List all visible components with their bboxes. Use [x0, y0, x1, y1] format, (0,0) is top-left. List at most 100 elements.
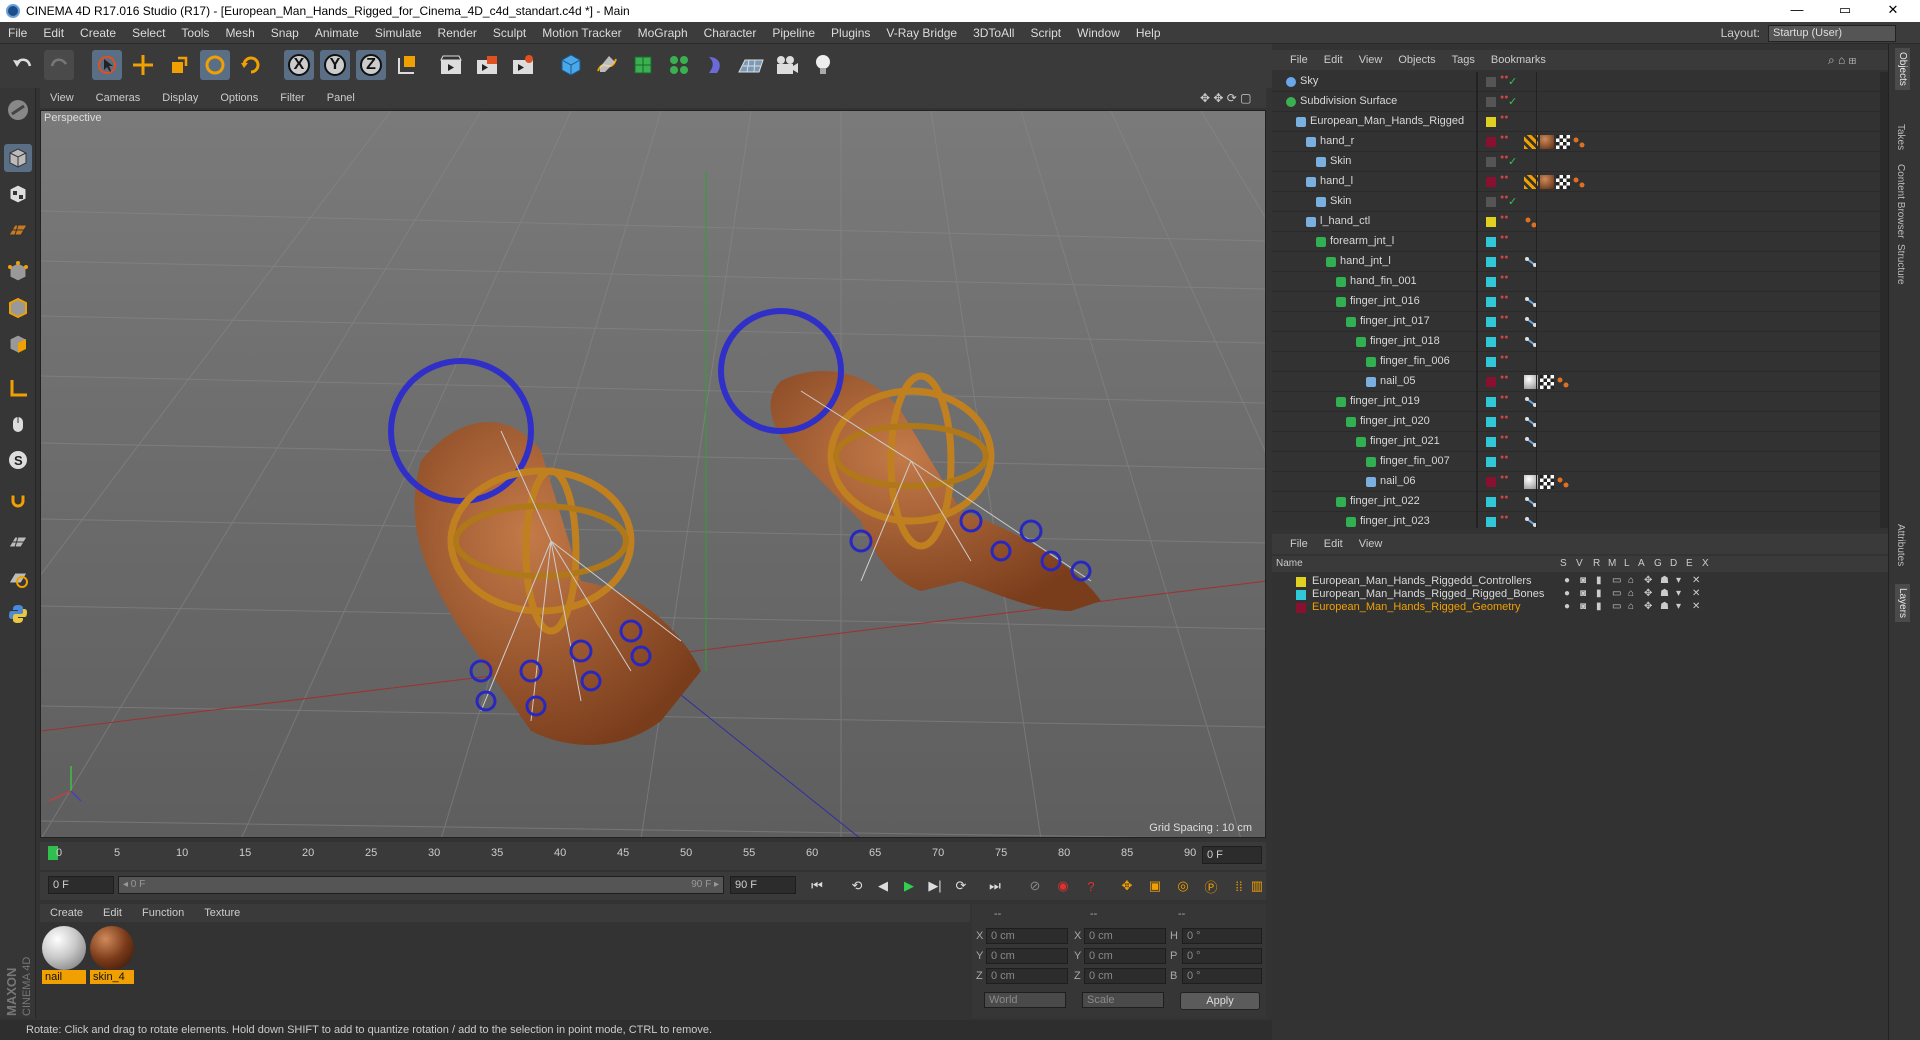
object-name[interactable]: finger_fin_006 — [1380, 355, 1450, 367]
layer-color-swatch[interactable] — [1486, 97, 1496, 107]
tweak-mode-icon[interactable] — [4, 410, 32, 438]
object-row[interactable]: finger_fin_007 ●● — [1272, 452, 1882, 472]
layer-toggle-icon[interactable]: ✥ — [1644, 575, 1652, 586]
menu-file[interactable]: File — [0, 26, 35, 40]
keyframe-selection-icon[interactable]: ? — [1080, 876, 1102, 896]
position-y-field[interactable]: 0 cm — [986, 948, 1068, 964]
object-name[interactable]: hand_r — [1320, 135, 1354, 147]
visibility-dots-icon[interactable]: ●● — [1500, 354, 1508, 361]
model-mode-icon[interactable] — [4, 144, 32, 172]
side-tab-takes[interactable]: Takes — [1895, 124, 1906, 150]
layer-color-swatch[interactable] — [1486, 377, 1496, 387]
coordinate-system-icon[interactable] — [392, 50, 422, 80]
layer-toggle-icon[interactable]: ▾ — [1676, 588, 1681, 599]
render-picture-viewer-icon[interactable] — [472, 50, 502, 80]
object-row[interactable]: hand_fin_001 ●● — [1272, 272, 1882, 292]
viewport-menu-options[interactable]: Options — [210, 92, 270, 104]
layer-toggle-icon[interactable]: ✕ — [1692, 588, 1700, 599]
object-name[interactable]: Sky — [1300, 75, 1318, 87]
visibility-dots-icon[interactable]: ●● — [1500, 514, 1508, 521]
rotation-p-field[interactable]: 0 ° — [1182, 948, 1262, 964]
layer-toggle-icon[interactable]: ⌂ — [1628, 588, 1634, 599]
object-row[interactable]: hand_r ●● — [1272, 132, 1882, 152]
current-frame-field[interactable]: 0 F — [1202, 846, 1262, 864]
object-row[interactable]: finger_jnt_020 ●● — [1272, 412, 1882, 432]
previous-frame-icon[interactable]: ◀ — [872, 876, 894, 896]
side-tab-objects[interactable]: Objects — [1895, 48, 1910, 90]
layer-color-swatch[interactable] — [1486, 357, 1496, 367]
layer-color-swatch[interactable] — [1486, 517, 1496, 527]
visibility-dots-icon[interactable]: ●● — [1500, 454, 1508, 461]
x-axis-lock-button[interactable]: X — [284, 50, 314, 80]
material-menu-edit[interactable]: Edit — [93, 907, 132, 919]
ik-tag-icon[interactable] — [1572, 135, 1586, 149]
select-arrow-icon[interactable] — [92, 50, 122, 80]
timeline-ruler[interactable]: 0 5 10 15 20 25 30 35 40 45 50 55 60 65 … — [40, 842, 1266, 870]
menu-snap[interactable]: Snap — [263, 26, 307, 40]
preview-range-slider[interactable]: ◂ 0 F 90 F ▸ — [118, 876, 724, 894]
size-y-field[interactable]: 0 cm — [1084, 948, 1166, 964]
layer-name[interactable]: European_Man_Hands_Rigged_Rigged_Bones — [1312, 588, 1544, 600]
3d-viewport[interactable] — [40, 110, 1266, 838]
layer-color-swatch[interactable] — [1486, 237, 1496, 247]
visibility-dots-icon[interactable]: ●● — [1500, 154, 1508, 161]
layer-name[interactable]: European_Man_Hands_Riggedd_Controllers — [1312, 575, 1532, 587]
layer-color-swatch[interactable] — [1296, 577, 1306, 587]
visibility-dots-icon[interactable]: ●● — [1500, 274, 1508, 281]
uvw-tag-icon[interactable] — [1540, 375, 1554, 389]
redo-icon[interactable] — [44, 50, 74, 80]
y-axis-lock-button[interactable]: Y — [320, 50, 350, 80]
layer-toggle-icon[interactable]: ✥ — [1644, 601, 1652, 612]
deformer-icon[interactable] — [700, 50, 730, 80]
texture-mode-icon[interactable] — [4, 180, 32, 208]
material-tag-icon[interactable] — [1540, 135, 1554, 149]
objects-menu-view[interactable]: View — [1351, 54, 1391, 66]
visibility-dots-icon[interactable]: ●● — [1500, 94, 1508, 101]
layer-toggle-icon[interactable]: ▾ — [1676, 575, 1681, 586]
viewport-nav-icons[interactable]: ✥ ✥ ⟳ ▢ — [1200, 91, 1252, 105]
render-view-icon[interactable] — [436, 50, 466, 80]
objects-menu-file[interactable]: File — [1282, 54, 1316, 66]
object-row[interactable]: finger_jnt_022 ●● — [1272, 492, 1882, 512]
layer-toggle-icon[interactable]: ● — [1564, 588, 1570, 599]
object-row[interactable]: finger_fin_006 ●● — [1272, 352, 1882, 372]
objects-menu-bookmarks[interactable]: Bookmarks — [1483, 54, 1554, 66]
visibility-dots-icon[interactable]: ●● — [1500, 234, 1508, 241]
visibility-dots-icon[interactable]: ●● — [1500, 374, 1508, 381]
object-name[interactable]: finger_jnt_016 — [1350, 295, 1420, 307]
points-mode-icon[interactable] — [4, 258, 32, 286]
record-keys-icon[interactable]: ⊘ — [1024, 876, 1046, 896]
ik-tag-icon[interactable] — [1556, 475, 1570, 489]
menu-select[interactable]: Select — [124, 26, 173, 40]
layer-toggle-icon[interactable]: ◙ — [1580, 588, 1586, 599]
coordinate-mode-dropdown[interactable]: World — [984, 992, 1066, 1008]
menu-motion-tracker[interactable]: Motion Tracker — [534, 26, 629, 40]
undo-icon[interactable] — [8, 50, 38, 80]
layer-color-swatch[interactable] — [1486, 217, 1496, 227]
material-menu-function[interactable]: Function — [132, 907, 194, 919]
edit-render-settings-icon[interactable] — [508, 50, 538, 80]
visibility-dots-icon[interactable]: ●● — [1500, 194, 1508, 201]
object-name[interactable]: finger_jnt_022 — [1350, 495, 1420, 507]
object-name[interactable]: finger_jnt_018 — [1370, 335, 1440, 347]
viewport-menu-display[interactable]: Display — [152, 92, 210, 104]
object-name[interactable]: finger_jnt_019 — [1350, 395, 1420, 407]
objects-menu-objects[interactable]: Objects — [1390, 54, 1443, 66]
object-row[interactable]: European_Man_Hands_Rigged ●● — [1272, 112, 1882, 132]
light-icon[interactable] — [808, 50, 838, 80]
enabled-check-icon[interactable]: ✓ — [1508, 195, 1517, 208]
viewport-menu-view[interactable]: View — [40, 92, 86, 104]
visibility-dots-icon[interactable]: ●● — [1500, 114, 1508, 121]
layer-toggle-icon[interactable]: ● — [1564, 575, 1570, 586]
objects-search-icon[interactable]: ⌕ ⌂ ⊞ — [1828, 53, 1856, 68]
layer-toggle-icon[interactable]: ▮ — [1596, 601, 1602, 612]
viewport-menu-panel[interactable]: Panel — [317, 92, 367, 104]
menu-sculpt[interactable]: Sculpt — [485, 26, 534, 40]
object-column-divider[interactable] — [1476, 72, 1478, 528]
layer-toggle-icon[interactable]: ☗ — [1660, 588, 1669, 599]
uvw-tag-icon[interactable] — [1540, 475, 1554, 489]
visibility-dots-icon[interactable]: ●● — [1500, 174, 1508, 181]
visibility-dots-icon[interactable]: ●● — [1500, 494, 1508, 501]
object-name[interactable]: hand_jnt_l — [1340, 255, 1391, 267]
object-name[interactable]: finger_jnt_021 — [1370, 435, 1440, 447]
